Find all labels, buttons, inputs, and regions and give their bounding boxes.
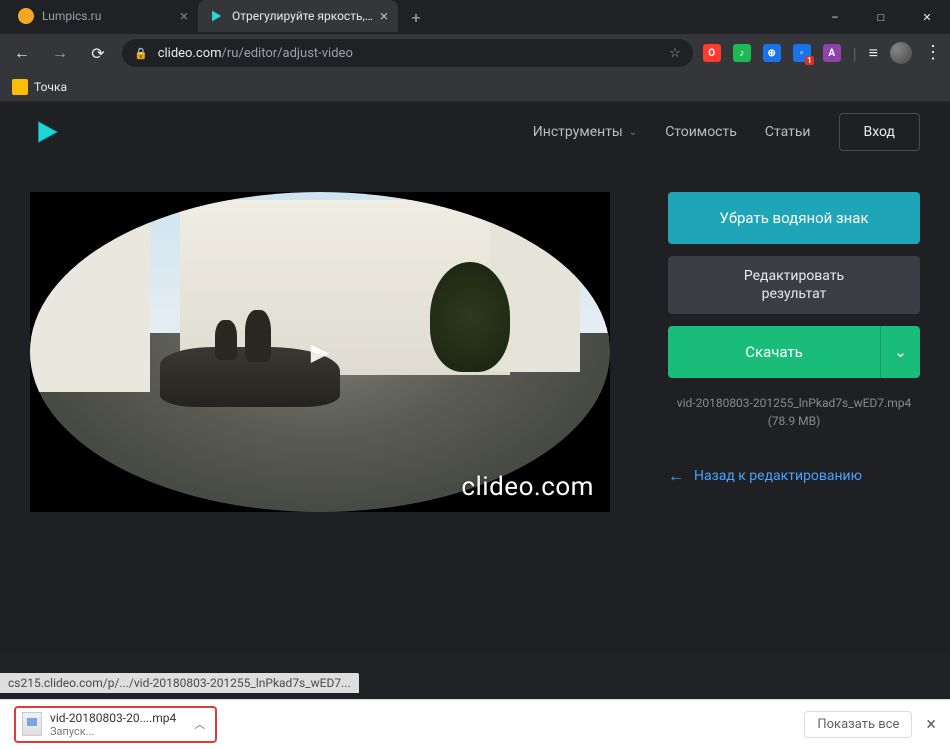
tab-lumpics[interactable]: Lumpics.ru × xyxy=(8,0,198,32)
extensions-row: O ♪ ⊕ ▫1 A | ≡ ⋮ xyxy=(703,42,942,64)
maximize-button[interactable]: □ xyxy=(858,0,904,34)
reading-list-icon[interactable]: ≡ xyxy=(869,43,878,63)
minimize-button[interactable]: – xyxy=(812,0,858,34)
download-item[interactable]: vid-20180803-20....mp4 Запуск... ︿ xyxy=(14,706,217,744)
new-tab-button[interactable]: + xyxy=(402,3,430,31)
favicon-clideo xyxy=(208,8,224,24)
status-bar: cs215.clideo.com/p/.../vid-20180803-2012… xyxy=(0,673,359,693)
button-label-line1: Редактировать xyxy=(744,267,844,285)
nav-label: Инструменты xyxy=(533,124,623,140)
folder-icon xyxy=(12,79,28,95)
clideo-logo[interactable] xyxy=(30,115,64,149)
nav-tools[interactable]: Инструменты ⌄ xyxy=(533,124,637,140)
bookmark-label: Точка xyxy=(34,80,67,94)
arrow-left-icon: ← xyxy=(668,466,684,486)
show-all-downloads-button[interactable]: Показать все xyxy=(804,711,912,738)
video-column: ▶ clideo.com xyxy=(30,192,638,622)
tab-strip: Lumpics.ru × Отрегулируйте яркость, конт… xyxy=(0,0,430,34)
profile-avatar[interactable] xyxy=(890,42,912,64)
tab-title: Отрегулируйте яркость, контра xyxy=(232,9,374,23)
downloads-shelf: vid-20180803-20....mp4 Запуск... ︿ Показ… xyxy=(0,699,950,749)
bookmarks-bar: Точка xyxy=(0,72,950,102)
download-button[interactable]: Скачать ⌄ xyxy=(668,326,920,378)
actions-column: Убрать водяной знак Редактировать резуль… xyxy=(668,192,920,622)
output-file-meta: vid-20180803-201255_lnPkad7s_wED7.mp4 (7… xyxy=(668,394,920,430)
chevron-down-icon: ⌄ xyxy=(894,343,907,361)
site-nav: Инструменты ⌄ Стоимость Статьи Вход xyxy=(533,113,920,151)
download-status: Запуск... xyxy=(50,725,176,738)
window-controls: – □ ✕ xyxy=(812,0,950,34)
download-filename: vid-20180803-20....mp4 xyxy=(50,711,176,725)
site-header: Инструменты ⌄ Стоимость Статьи Вход xyxy=(0,102,950,162)
video-preview[interactable]: ▶ clideo.com xyxy=(30,192,610,512)
extension-icon[interactable]: ⊕ xyxy=(763,44,781,62)
play-icon: ▶ xyxy=(311,338,329,366)
back-to-editing-link[interactable]: ← Назад к редактированию xyxy=(668,466,920,486)
download-text: vid-20180803-20....mp4 Запуск... xyxy=(50,711,176,739)
favicon-lumpics xyxy=(18,8,34,24)
close-window-button[interactable]: ✕ xyxy=(904,0,950,34)
reload-button[interactable]: ⟳ xyxy=(84,39,112,67)
extension-icon[interactable]: O xyxy=(703,44,721,62)
downloads-shelf-right: Показать все × xyxy=(804,711,936,738)
extension-icon[interactable]: ▫1 xyxy=(793,44,811,62)
edit-result-button[interactable]: Редактировать результат xyxy=(668,256,920,314)
button-label: Скачать xyxy=(745,343,803,361)
extension-icon[interactable]: ♪ xyxy=(733,44,751,62)
bookmark-star-icon[interactable]: ☆ xyxy=(669,46,681,61)
tab-clideo[interactable]: Отрегулируйте яркость, контра × xyxy=(198,0,398,32)
main-content: ▶ clideo.com Убрать водяной знак Редакти… xyxy=(0,162,950,652)
watermark-text: clideo.com xyxy=(461,472,594,502)
tab-title: Lumpics.ru xyxy=(42,9,174,23)
close-icon[interactable]: × xyxy=(180,9,188,24)
extension-icon[interactable]: A xyxy=(823,44,841,62)
link-label: Назад к редактированию xyxy=(694,468,862,484)
file-size: (78.9 MB) xyxy=(668,412,920,430)
close-icon[interactable]: × xyxy=(380,9,388,24)
nav-articles[interactable]: Статьи xyxy=(765,124,811,140)
forward-button[interactable]: → xyxy=(46,39,74,67)
window-titlebar: Lumpics.ru × Отрегулируйте яркость, конт… xyxy=(0,0,950,34)
remove-watermark-button[interactable]: Убрать водяной знак xyxy=(668,192,920,244)
button-label-line2: результат xyxy=(762,285,827,303)
close-shelf-button[interactable]: × xyxy=(926,714,936,735)
file-video-icon xyxy=(22,712,42,736)
download-options-chevron[interactable]: ⌄ xyxy=(880,326,920,378)
file-name: vid-20180803-201255_lnPkad7s_wED7.mp4 xyxy=(668,394,920,412)
lock-icon: 🔒 xyxy=(134,47,148,60)
bookmark-item[interactable]: Точка xyxy=(12,79,67,95)
address-bar[interactable]: 🔒 clideo.com/ru/editor/adjust-video ☆ xyxy=(122,39,693,67)
back-button[interactable]: ← xyxy=(8,39,36,67)
nav-pricing[interactable]: Стоимость xyxy=(665,124,737,140)
browser-toolbar: ← → ⟳ 🔒 clideo.com/ru/editor/adjust-vide… xyxy=(0,34,950,72)
chevron-up-icon[interactable]: ︿ xyxy=(194,716,205,732)
url-text: clideo.com/ru/editor/adjust-video xyxy=(158,46,659,61)
login-button[interactable]: Вход xyxy=(839,113,920,151)
chrome-menu-button[interactable]: ⋮ xyxy=(924,44,942,62)
chevron-down-icon: ⌄ xyxy=(629,127,637,138)
